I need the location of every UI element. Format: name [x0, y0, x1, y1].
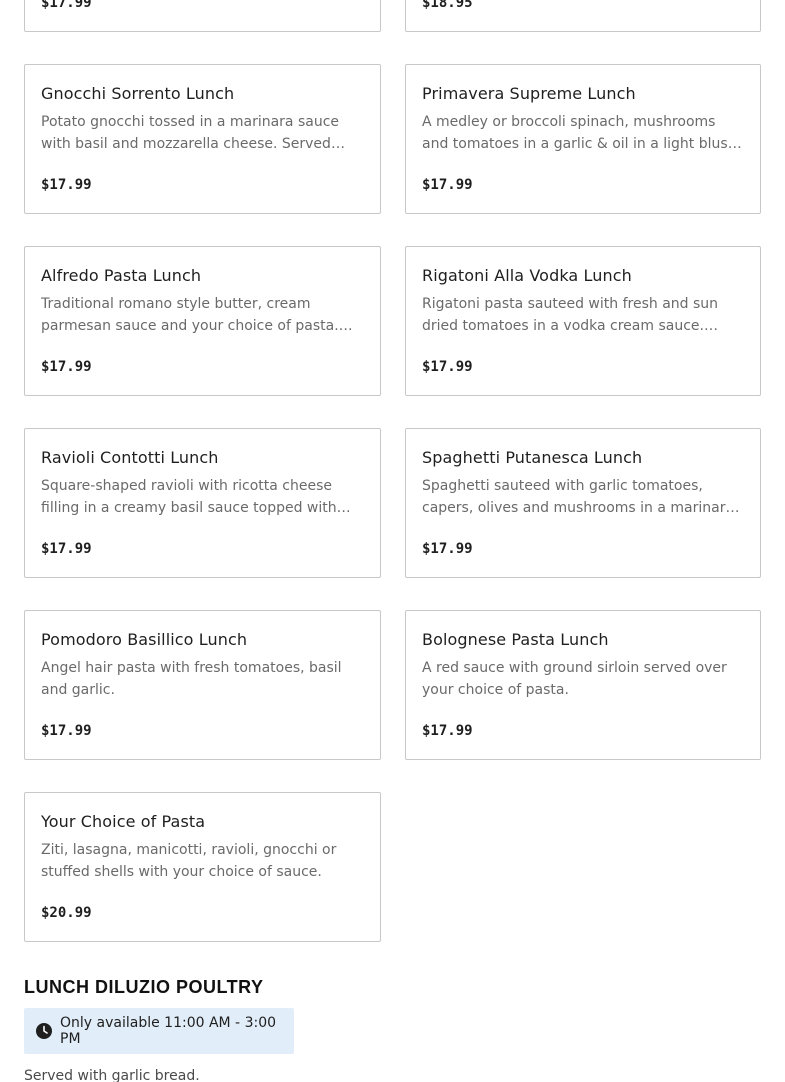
availability-text: Only available 11:00 AM - 3:00 PM [60, 1015, 277, 1047]
menu-item-description: Rigatoni pasta sauteed with fresh and su… [422, 296, 719, 334]
menu-item-name: Alfredo Pasta Lunch [41, 266, 202, 285]
menu-item-price: $17.99 [41, 541, 92, 557]
menu-item-name: Primavera Supreme Lunch [422, 84, 636, 103]
menu-item-grid: $17.99 $18.95 Gnocchi Sorrento Lunch Pot… [24, 0, 761, 942]
menu-item-card[interactable]: Gnocchi Sorrento Lunch Potato gnocchi to… [24, 64, 381, 214]
menu-item-card[interactable]: Primavera Supreme Lunch A medley or broc… [405, 64, 761, 214]
menu-item-name: Bolognese Pasta Lunch [422, 630, 609, 649]
menu-item-card[interactable]: Ravioli Contotti Lunch Square-shaped rav… [24, 428, 381, 578]
menu-item-price: $17.99 [422, 541, 473, 557]
menu-item-price: $17.99 [41, 177, 92, 193]
menu-item-name: Rigatoni Alla Vodka Lunch [422, 266, 632, 285]
menu-item-price: $17.99 [41, 0, 92, 11]
menu-item-card[interactable]: Rigatoni Alla Vodka Lunch Rigatoni pasta… [405, 246, 761, 396]
menu-item-description: A medley or broccoli spinach, mushrooms … [422, 114, 737, 152]
menu-item-card[interactable]: Spaghetti Putanesca Lunch Spaghetti saut… [405, 428, 761, 578]
menu-item-description: Spaghetti sauteed with garlic tomatoes, … [422, 478, 735, 516]
availability-banner: Only available 11:00 AM - 3:00 PM [24, 1008, 294, 1054]
menu-item-name: Your Choice of Pasta [41, 812, 206, 831]
menu-item-description: A red sauce with ground sirloin served o… [422, 660, 727, 698]
clock-icon [36, 1023, 52, 1039]
menu-item-price: $17.99 [41, 359, 92, 375]
menu-item-description: Potato gnocchi tossed in a marinara sauc… [41, 114, 340, 152]
menu-item-name: Ravioli Contotti Lunch [41, 448, 219, 467]
menu-item-price: $20.99 [41, 905, 92, 921]
menu-item-card[interactable]: Your Choice of Pasta Ziti, lasagna, mani… [24, 792, 381, 942]
menu-item-description: Ziti, lasagna, manicotti, ravioli, gnocc… [41, 842, 337, 880]
menu-item-price: $17.99 [422, 359, 473, 375]
section-title: LUNCH DILUZIO POULTRY [24, 977, 264, 997]
menu-item-card[interactable]: Bolognese Pasta Lunch A red sauce with g… [405, 610, 761, 760]
menu-item-card[interactable]: Pomodoro Basillico Lunch Angel hair past… [24, 610, 381, 760]
menu-item-price: $17.99 [41, 723, 92, 739]
menu-item-description: Traditional romano style butter, cream p… [41, 296, 339, 334]
menu-item-description: Square-shaped ravioli with ricotta chees… [41, 478, 337, 516]
menu-item-card[interactable]: Alfredo Pasta Lunch Traditional romano s… [24, 246, 381, 396]
menu-item-name: Spaghetti Putanesca Lunch [422, 448, 643, 467]
menu-item-price: $17.99 [422, 723, 473, 739]
menu-item-card[interactable]: $17.99 [24, 0, 381, 32]
menu-item-name: Pomodoro Basillico Lunch [41, 630, 248, 649]
menu-item-name: Gnocchi Sorrento Lunch [41, 84, 235, 103]
menu-item-price: $17.99 [422, 177, 473, 193]
menu-item-card[interactable]: $18.95 [405, 0, 761, 32]
section-note: Served with garlic bread. [24, 1068, 200, 1082]
menu-item-description: Angel hair pasta with fresh tomatoes, ba… [41, 660, 342, 698]
menu-item-price: $18.95 [422, 0, 473, 11]
